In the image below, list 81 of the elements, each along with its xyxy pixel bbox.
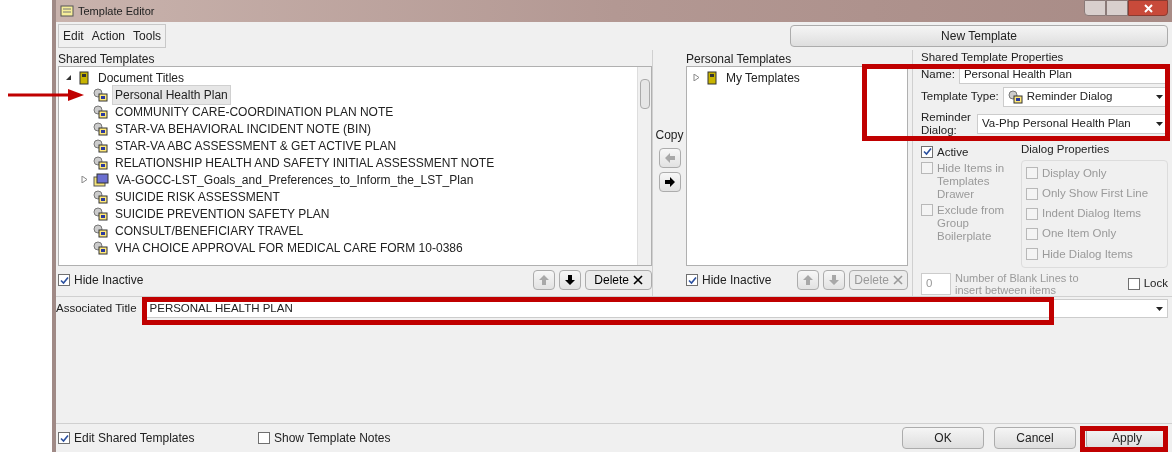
close-icon (1143, 3, 1153, 13)
group-title: Dialog Properties (1021, 141, 1111, 157)
checkbox[interactable] (1026, 228, 1038, 241)
up-arrow-icon (538, 274, 551, 286)
checkbox-label: Edit Shared Templates (74, 430, 196, 447)
type-dropdown[interactable]: Reminder Dialog (1002, 87, 1168, 108)
menu-item[interactable]: Edit (63, 27, 84, 45)
close-button[interactable] (1128, 0, 1168, 16)
document-gear-icon (93, 138, 108, 153)
panel-label: Shared Templates (58, 51, 156, 66)
document-gear-icon (93, 121, 108, 136)
menu-item[interactable]: Tools (133, 27, 162, 45)
field-label: Reminder Dialog: (921, 110, 972, 137)
panel-label: Personal Templates (686, 51, 793, 66)
caret-icon (1156, 306, 1163, 311)
move-down-button[interactable] (559, 270, 582, 290)
delete-button[interactable]: Delete (585, 270, 652, 290)
checkbox-label: Exclude from Group Boilerplate (937, 203, 1006, 243)
copy-right-button[interactable] (658, 172, 681, 192)
menu-item[interactable]: Action (91, 27, 126, 45)
field-label: Name: (921, 66, 955, 82)
field-label: Template Type: (921, 89, 999, 105)
down-arrow-icon (564, 274, 577, 286)
x-icon (893, 275, 903, 285)
tree-item[interactable]: Personal Health Plan (112, 84, 231, 105)
caret-icon (1156, 95, 1163, 100)
checkbox-label: Hide Inactive (702, 272, 772, 289)
window-title: Template Editor (78, 3, 155, 19)
window-stack-icon (93, 172, 109, 187)
minimize-button[interactable] (1084, 0, 1106, 16)
checkbox[interactable] (1127, 278, 1140, 290)
checkbox[interactable] (686, 274, 698, 286)
document-gear-icon (1007, 90, 1023, 105)
checkbox[interactable] (1026, 167, 1038, 180)
maximize-button[interactable] (1106, 0, 1128, 16)
checkbox[interactable] (1026, 248, 1038, 261)
checkbox[interactable] (58, 274, 70, 286)
checkbox-label: Show Template Notes (274, 430, 391, 447)
dialog-button[interactable]: Cancel (994, 427, 1076, 449)
checkbox-label: Hide Dialog Items (1042, 246, 1133, 262)
checkbox-label: Lock (1143, 276, 1168, 292)
checkbox[interactable] (921, 145, 933, 158)
dialog-button[interactable]: OK (902, 427, 984, 449)
checkbox[interactable] (1026, 187, 1038, 200)
books-icon (705, 70, 719, 85)
checkbox-label: Only Show First Line (1042, 186, 1149, 201)
group-title: Shared Template Properties (921, 50, 1065, 64)
scrollbar[interactable] (637, 67, 651, 265)
checkbox-label: Hide Items in Templates Drawer (937, 161, 1006, 201)
checkbox[interactable] (1026, 207, 1038, 220)
field-label: Associated Title (56, 300, 137, 316)
expand-triangle-icon[interactable] (80, 176, 88, 183)
document-gear-icon (93, 155, 108, 170)
field-label: Number of Blank Lines to insert between items (955, 272, 1080, 296)
checkbox-label: Display Only (1042, 165, 1107, 181)
caret-icon (1156, 121, 1163, 126)
down-arrow-icon (828, 274, 841, 286)
dialog-select[interactable]: Va-Php Personal Health Plan (977, 113, 1168, 134)
checkbox-label: One Item Only (1042, 226, 1117, 242)
left-arrow-icon (663, 152, 676, 164)
checkbox-label: Active (937, 145, 969, 159)
notepad-icon (60, 4, 74, 18)
expand-triangle-icon[interactable] (692, 74, 700, 81)
tree-item[interactable]: My Templates (723, 67, 803, 88)
new-template-button[interactable]: New Template (790, 25, 1168, 47)
checkbox[interactable] (58, 432, 70, 444)
document-gear-icon (93, 223, 108, 238)
document-gear-icon (93, 206, 108, 221)
up-arrow-icon (802, 274, 815, 286)
document-gear-icon (93, 104, 108, 119)
books-icon (77, 70, 91, 85)
document-gear-icon (93, 189, 108, 204)
checkbox[interactable] (258, 432, 270, 444)
checkbox-label: Indent Dialog Items (1042, 206, 1142, 222)
right-arrow-icon (663, 176, 676, 188)
document-gear-icon (93, 87, 108, 102)
document-gear-icon (93, 240, 108, 255)
x-icon (633, 275, 643, 285)
checkbox-label: Hide Inactive (74, 272, 144, 289)
collapse-triangle-icon[interactable] (64, 74, 72, 81)
copy-label: Copy (655, 127, 684, 144)
